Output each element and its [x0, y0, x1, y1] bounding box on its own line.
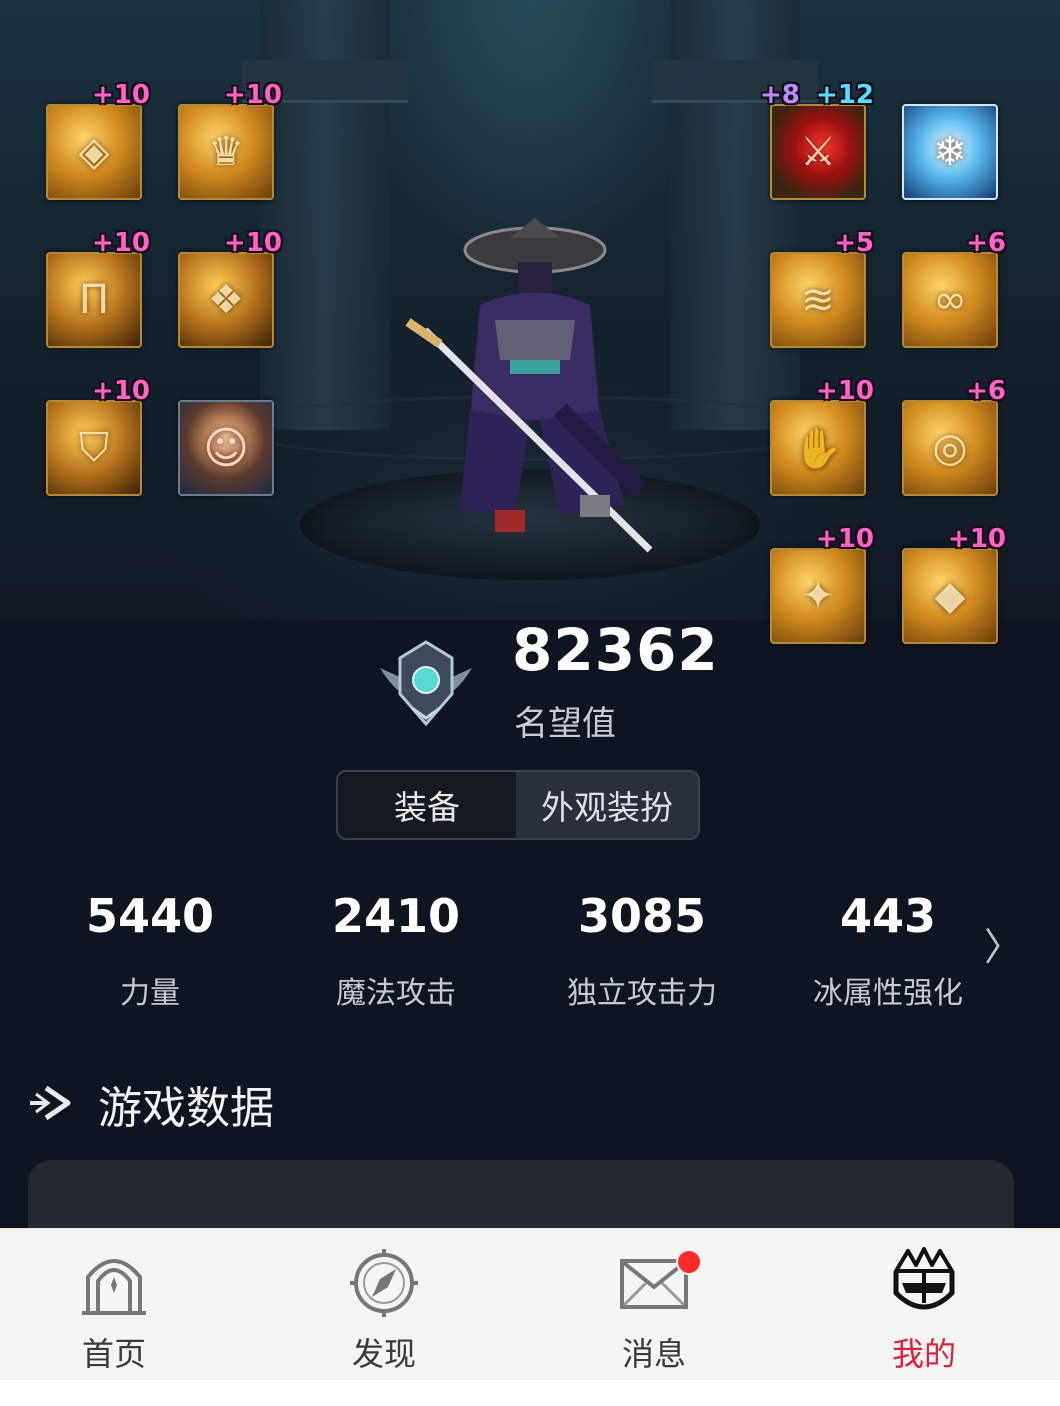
character-portrait-icon: ☺	[203, 422, 249, 474]
tab-appearance[interactable]: 外观装扮	[516, 772, 698, 838]
helmet-crown-icon	[893, 1247, 955, 1310]
enhance-badge: +10	[224, 80, 282, 110]
equip-slot-top[interactable]: ♛ +10	[178, 80, 282, 200]
leg-armor-icon: Π	[78, 277, 110, 323]
equip-slot-ring[interactable]: ◎ +6	[902, 376, 1006, 496]
enhance-badge: +10	[92, 228, 150, 258]
equip-slot-belt[interactable]: ❖ +10	[178, 228, 282, 348]
equip-slot-weapon[interactable]: ⚔ +8 +12	[760, 80, 874, 200]
equip-slot-support[interactable]: ✦ +10	[770, 524, 874, 644]
support-item-icon: ✦	[801, 573, 835, 619]
nav-messages-label: 消息	[621, 1335, 686, 1373]
nav-home[interactable]: 首页	[14, 1229, 214, 1381]
nav-discover-label: 发现	[351, 1335, 416, 1373]
magic-stone-icon: ◆	[934, 573, 966, 619]
nav-mine[interactable]: 我的	[824, 1229, 1024, 1381]
section-arrow-icon	[30, 1085, 71, 1121]
view-toggle: 装备 外观装扮	[336, 770, 700, 840]
stat-strength: 5440 力量	[30, 888, 270, 1014]
reputation-value: 82362	[512, 616, 719, 684]
enhance-badge: +5	[834, 228, 874, 258]
stat-label: 独立攻击力	[567, 976, 717, 1011]
ring-icon: ◎	[932, 425, 968, 471]
section-title-game-data: 游戏数据	[98, 1083, 274, 1134]
stat-label: 冰属性强化	[813, 976, 963, 1011]
equip-slot-shoulder[interactable]: ◈ +10	[46, 80, 150, 200]
gloves-icon: ✋	[793, 425, 843, 472]
stats-more-chevron-icon[interactable]: 〉	[984, 916, 1022, 971]
weapon-enhance-badge: +12	[816, 80, 874, 110]
enhance-badge: +6	[966, 228, 1006, 258]
enhance-badge: +10	[92, 80, 150, 110]
shoulder-armor-icon: ◈	[78, 129, 110, 175]
belt-icon: ❖	[208, 277, 244, 323]
chest-armor-icon: ♛	[208, 129, 244, 175]
equip-slot-bracelet[interactable]: ≋ +5	[770, 228, 874, 348]
enhance-badge: +10	[224, 228, 282, 258]
stat-value: 3085	[577, 889, 707, 943]
stat-ice-enhance: 443 冰属性强化	[768, 888, 1008, 1014]
nav-home-label: 首页	[81, 1335, 146, 1373]
bottom-nav: 首页 发现 消息 我的	[0, 1228, 1060, 1381]
reputation-emblem-icon	[380, 640, 472, 727]
enhance-badge: +10	[92, 376, 150, 406]
weapon-amplify-badge: +8	[760, 80, 800, 110]
pillar-left	[242, 0, 408, 430]
stat-independent-attack: 3085 独立攻击力	[522, 888, 762, 1014]
character-sprite[interactable]	[400, 210, 670, 570]
bracelet-icon: ≋	[801, 277, 835, 323]
notification-dot	[676, 1249, 702, 1275]
stat-value: 5440	[85, 889, 215, 943]
equip-slot-gloves[interactable]: ✋ +10	[770, 376, 874, 496]
nav-mine-label: 我的	[891, 1335, 956, 1373]
nav-discover[interactable]: 发现	[284, 1229, 484, 1381]
weapon-icon: ⚔	[800, 129, 836, 175]
enhance-badge: +10	[948, 524, 1006, 554]
tab-equipment[interactable]: 装备	[338, 772, 516, 838]
stat-value: 2410	[331, 889, 461, 943]
pillar-right	[652, 0, 818, 430]
equip-slot-costume-emblem[interactable]: ❄	[902, 104, 998, 200]
equip-slot-title-portrait[interactable]: ☺	[178, 400, 274, 496]
reputation-label: 名望值	[514, 704, 616, 744]
home-gate-icon	[82, 1259, 146, 1315]
nav-messages[interactable]: 消息	[554, 1229, 754, 1381]
compass-icon	[350, 1249, 418, 1317]
boots-icon: ⛉	[79, 425, 109, 471]
stat-magic-attack: 2410 魔法攻击	[276, 888, 516, 1014]
ice-emblem-icon: ❄	[933, 129, 967, 175]
enhance-badge: +6	[966, 376, 1006, 406]
bottom-safe-area	[0, 1380, 1060, 1406]
necklace-icon: ∞	[933, 277, 967, 323]
enhance-badge: +10	[816, 376, 874, 406]
equip-slot-shoes[interactable]: ⛉ +10	[46, 376, 150, 496]
character-stage	[0, 0, 1060, 620]
equip-slot-bottom[interactable]: Π +10	[46, 228, 150, 348]
stat-label: 魔法攻击	[336, 976, 456, 1011]
stat-label: 力量	[120, 976, 180, 1011]
enhance-badge: +10	[816, 524, 874, 554]
equip-slot-necklace[interactable]: ∞ +6	[902, 228, 1006, 348]
equip-slot-magic-stone[interactable]: ◆ +10	[902, 524, 1006, 644]
stat-value: 443	[839, 889, 937, 943]
